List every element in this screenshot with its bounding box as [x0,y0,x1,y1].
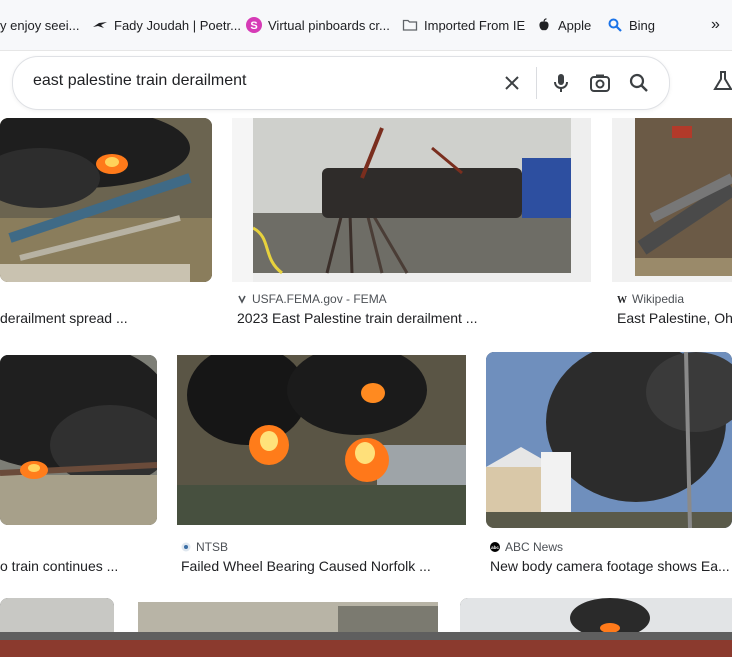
bing-search-icon [608,18,622,32]
result-source[interactable]: W Wikipedia [617,292,684,306]
bookmark-item-1[interactable]: y enjoy seei... [0,16,80,34]
bookmark-label: Apple [558,17,592,33]
bookmark-label: y enjoy seei... [0,17,80,33]
source-label: NTSB [196,540,229,554]
apple-icon [539,18,549,31]
derailment-partial-image [0,598,114,632]
source-label: Wikipedia [632,292,685,306]
search-icon[interactable] [627,71,651,95]
search-bar[interactable]: east palestine train derailment [12,56,670,110]
bookmark-label: Imported From IE [424,17,526,33]
derailment-smoke-image [0,355,157,525]
microphone-icon[interactable] [549,71,573,95]
bookmark-item-6[interactable]: Bing [607,16,655,34]
result-image-2[interactable] [232,118,591,282]
search-divider [536,67,537,99]
result-caption[interactable]: New body camera footage shows Ea... [490,558,730,574]
derailment-fire-image [177,355,466,525]
derailment-aerial-image [0,118,212,282]
bookmark-label: Bing [629,17,656,33]
derailment-wikipedia-image [612,118,732,282]
derailment-partial-image [138,602,438,632]
abc-news-favicon-icon: abc [490,542,500,552]
search-input[interactable]: east palestine train derailment [33,72,246,90]
result-caption[interactable]: East Palestine, Oh [617,310,732,326]
bookmark-item-3[interactable]: S Virtual pinboards cr... [246,16,390,34]
svg-text:S: S [250,20,257,32]
result-image-4[interactable] [0,355,157,525]
result-caption[interactable]: Failed Wheel Bearing Caused Norfolk ... [181,558,431,574]
wikipedia-favicon-icon: W [617,295,627,304]
svg-text:W: W [617,295,627,304]
bookmarks-bar: y enjoy seei... Fady Joudah | Poetr... S… [0,0,732,51]
source-label: USFA.FEMA.gov - FEMA [252,292,387,306]
result-image-6[interactable] [486,352,732,528]
fema-favicon-icon [238,295,246,304]
bottom-scroll-edge [0,632,732,640]
bookmark-item-5[interactable]: Apple [536,16,591,34]
result-image-5[interactable] [177,355,466,525]
derailment-rail-image [232,118,591,282]
result-image-7[interactable] [0,598,114,632]
clear-icon[interactable] [500,71,524,95]
result-image-3[interactable] [612,118,732,282]
result-image-9[interactable] [460,598,732,632]
result-image-8[interactable] [138,602,438,632]
result-caption[interactable]: 2023 East Palestine train derailment ... [237,310,477,326]
bookmarks-overflow-button[interactable]: » [711,16,720,34]
ntsb-favicon-icon [181,542,191,552]
derailment-partial-image [460,598,732,632]
bookmark-label: Fady Joudah | Poetr... [114,17,241,33]
result-source[interactable]: abc ABC News [490,540,563,554]
derailment-plume-town-image [486,352,732,528]
bookmark-item-2[interactable]: Fady Joudah | Poetr... [92,16,241,34]
bookmark-label: Virtual pinboards cr... [268,17,390,33]
folder-icon [402,19,418,31]
camera-lens-icon[interactable] [588,71,612,95]
pinboard-s-icon: S [246,17,262,33]
bird-icon [93,22,107,28]
svg-text:abc: abc [491,545,499,550]
result-caption[interactable]: derailment spread ... [0,310,128,326]
source-label: ABC News [505,540,564,554]
result-source[interactable]: NTSB [181,540,228,554]
labs-flask-icon[interactable] [712,70,732,92]
result-image-1[interactable] [0,118,212,282]
result-source[interactable]: USFA.FEMA.gov - FEMA [237,292,387,306]
bookmark-item-4[interactable]: Imported From IE [402,16,525,34]
result-caption[interactable]: o train continues ... [0,558,118,574]
